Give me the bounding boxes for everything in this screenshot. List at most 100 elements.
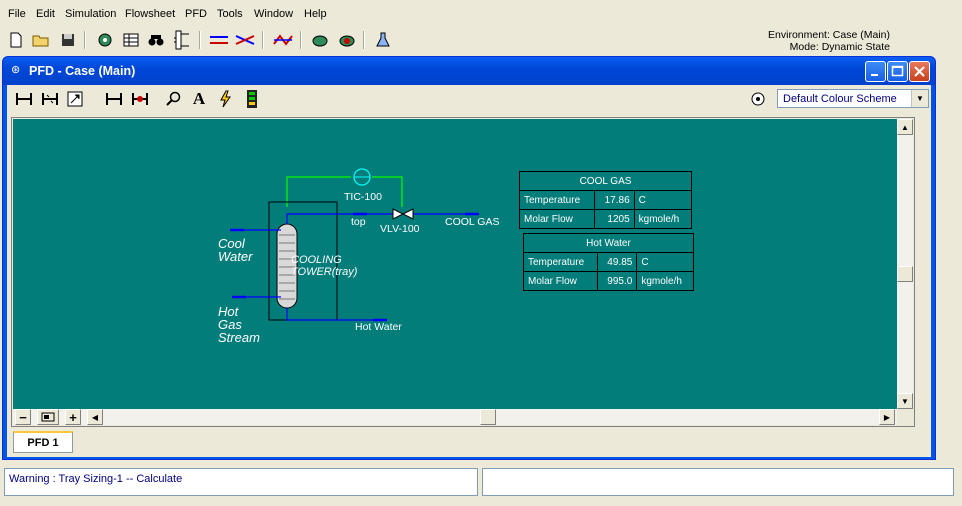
tab-strip: PFD 1 — [7, 429, 931, 457]
hot-water-stream-label[interactable]: Hot Water — [355, 321, 402, 333]
window-menu-icon[interactable]: ⊛ — [11, 63, 20, 76]
pfd-title-bar[interactable]: ⊛ PFD - Case (Main) — [3, 57, 935, 85]
flask-icon[interactable] — [373, 30, 393, 50]
menu-pfd[interactable]: PFD — [185, 8, 207, 20]
streams-icon[interactable] — [209, 30, 229, 50]
status-message-panel — [482, 468, 954, 496]
table-row: Molar Flow 1205 kgmole/h — [518, 209, 693, 229]
quick-route-icon[interactable] — [214, 88, 236, 110]
valve-icon[interactable] — [392, 208, 414, 220]
scroll-left-icon[interactable]: ◀ — [87, 409, 103, 425]
cool-water-label[interactable]: Cool Water — [218, 237, 252, 263]
zoom-fit-icon[interactable] — [64, 88, 86, 110]
table-cell: Temperature — [518, 190, 596, 210]
top-stream-label[interactable]: top — [351, 216, 366, 228]
crossover-icon[interactable] — [235, 30, 255, 50]
menu-window[interactable]: Window — [254, 8, 293, 20]
table-title: Hot Water — [523, 233, 694, 253]
hot-gas-label-line: Stream — [218, 330, 260, 345]
column-label-line: COOLING — [291, 254, 342, 266]
break-connection-icon[interactable] — [129, 88, 151, 110]
environment-info: Environment: Case (Main) Mode: Dynamic S… — [768, 29, 890, 53]
attach-mode-icon[interactable] — [103, 88, 125, 110]
table-cell: C — [633, 190, 693, 210]
table-cell: 995.0 — [597, 271, 638, 291]
column-icon[interactable] — [172, 30, 192, 50]
zoom-all-icon[interactable] — [39, 88, 61, 110]
scroll-up-icon[interactable]: ▲ — [897, 119, 913, 135]
menu-flowsheet[interactable]: Flowsheet — [125, 8, 175, 20]
cool-gas-table[interactable]: COOL GAS Temperature 17.86 C Molar Flow … — [518, 171, 693, 229]
workbook-icon[interactable] — [121, 30, 141, 50]
colour-scheme-value: Default Colour Scheme — [783, 93, 897, 105]
add-text-icon[interactable]: A — [188, 88, 210, 110]
new-icon[interactable] — [6, 30, 26, 50]
molecule-icon[interactable] — [95, 30, 115, 50]
status-warning-panel: Warning : Tray Sizing-1 -- Calculate — [4, 468, 478, 496]
pfd-window: ⊛ PFD - Case (Main) A Default Colour Sch… — [2, 56, 936, 460]
save-icon[interactable] — [58, 30, 78, 50]
menu-tools[interactable]: Tools — [217, 8, 243, 20]
pfd-icon[interactable] — [273, 30, 293, 50]
table-cell: kgmole/h — [636, 271, 694, 291]
horizontal-scrollbar[interactable]: − + ◀ ▶ — [13, 409, 897, 425]
menu-simulation[interactable]: Simulation — [65, 8, 116, 20]
find-icon[interactable] — [163, 88, 185, 110]
pfd-canvas-frame: TIC-100 VLV-100 top COOL GAS Hot Water C… — [11, 117, 915, 427]
vertical-scrollbar[interactable]: ▲ ▼ — [897, 119, 913, 409]
cool-gas-stream-label[interactable]: COOL GAS — [445, 216, 499, 228]
environment-line: Environment: Case (Main) — [768, 29, 890, 41]
menu-edit[interactable]: Edit — [36, 8, 55, 20]
pfd-canvas[interactable]: TIC-100 VLV-100 top COOL GAS Hot Water C… — [13, 119, 897, 409]
table-cell: Temperature — [522, 252, 599, 272]
close-button[interactable] — [909, 61, 930, 82]
zoom-out-icon[interactable]: − — [15, 409, 31, 425]
hot-gas-label[interactable]: Hot Gas Stream — [218, 305, 260, 344]
table-title: COOL GAS — [519, 171, 692, 191]
menu-help[interactable]: Help — [304, 8, 327, 20]
record-icon[interactable] — [337, 30, 357, 50]
menu-file[interactable]: File — [8, 8, 26, 20]
colour-scheme-dropdown[interactable]: Default Colour Scheme ▼ — [777, 89, 929, 108]
status-warning-text: Warning : Tray Sizing-1 -- Calculate — [9, 473, 183, 485]
table-cell: 1205 — [594, 209, 635, 229]
menu-bar: File Edit Simulation Flowsheet PFD Tools… — [0, 0, 962, 28]
pfd-toolbar: A Default Colour Scheme ▼ — [7, 85, 931, 113]
hot-water-table[interactable]: Hot Water Temperature 49.85 C Molar Flow… — [522, 233, 694, 291]
horizontal-scroll-thumb[interactable] — [480, 409, 496, 425]
chevron-down-icon[interactable]: ▼ — [911, 90, 928, 107]
scroll-right-icon[interactable]: ▶ — [879, 409, 895, 425]
maximize-button[interactable] — [887, 61, 908, 82]
valve-label[interactable]: VLV-100 — [380, 223, 420, 235]
colour-scheme-icon[interactable] — [747, 88, 769, 110]
separator — [84, 31, 86, 49]
table-row: Molar Flow 995.0 kgmole/h — [522, 271, 694, 291]
zoom-in-icon[interactable]: + — [65, 409, 81, 425]
controller-label[interactable]: TIC-100 — [344, 191, 382, 203]
status-bar: Warning : Tray Sizing-1 -- Calculate — [0, 464, 962, 506]
table-cell: Molar Flow — [518, 209, 596, 229]
table-cell: 49.85 — [597, 252, 638, 272]
scroll-down-icon[interactable]: ▼ — [897, 393, 913, 409]
table-cell: Molar Flow — [522, 271, 599, 291]
zoom-fit-window-icon[interactable] — [37, 409, 59, 425]
legend-icon[interactable] — [241, 88, 263, 110]
minimize-button[interactable] — [865, 61, 886, 82]
separator — [300, 31, 302, 49]
separator — [199, 31, 201, 49]
tab-pfd-1[interactable]: PFD 1 — [13, 431, 73, 453]
vertical-scroll-thumb[interactable] — [897, 266, 913, 282]
table-cell: kgmole/h — [633, 209, 693, 229]
binoculars-icon[interactable] — [146, 30, 166, 50]
column-label[interactable]: COOLING TOWER(tray) — [291, 254, 357, 278]
cool-water-label-line: Water — [218, 249, 253, 264]
tab-label: PFD 1 — [27, 436, 59, 449]
teapot-icon[interactable] — [310, 30, 330, 50]
size-mode-icon[interactable] — [13, 88, 35, 110]
pfd-window-title: PFD - Case (Main) — [29, 64, 136, 78]
column-label-line: TOWER(tray) — [291, 266, 358, 278]
mode-line: Mode: Dynamic State — [789, 41, 890, 53]
separator — [262, 31, 264, 49]
table-row: Temperature 49.85 C — [522, 252, 694, 272]
open-icon[interactable] — [31, 30, 51, 50]
